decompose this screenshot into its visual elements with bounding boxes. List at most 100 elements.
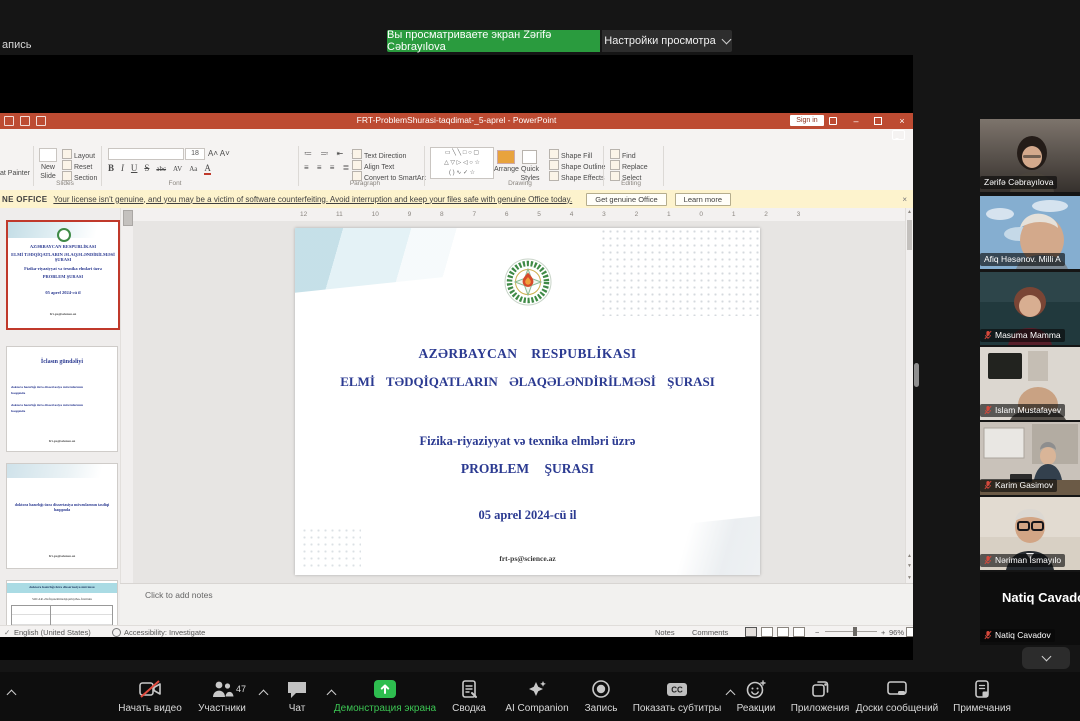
whiteboards-button[interactable]: Доски сообщений [845,679,949,714]
language-status[interactable]: English (United States) [14,628,91,637]
fit-to-window-icon[interactable] [906,627,913,637]
slide-thumbnail-1[interactable]: AZƏRBAYCAN RESPUBLİKASI ELMİ TƏDQİQATLAR… [6,220,120,330]
slide-thumbnail-2[interactable]: İclasın gündəliyi doktora hazırlığı üzrə… [6,346,118,452]
panel-resize-handle[interactable] [914,363,919,387]
share-screen-button[interactable]: Демонстрация экрана [322,679,448,714]
font-color-button[interactable]: A [204,163,211,175]
summary-button[interactable]: Сводка [443,679,495,714]
participant-tile-masuma[interactable]: Masuma Mamma [980,272,1080,345]
bold-button[interactable]: B [108,163,114,173]
group-label-editing: Editing [608,180,654,187]
font-size-combobox[interactable]: 18 [185,148,205,160]
comments-bubble-icon[interactable] [892,130,905,140]
collapse-video-strip-button[interactable] [1022,647,1070,669]
shapes-gallery[interactable]: ▭ ╲ ╲ □ ○ ▢ △ ▽ ▷ ◁ ○ ☆ ( ) ∿ ✓ ☆ [430,147,494,179]
format-painter-button[interactable]: at Painter [0,170,30,177]
font-name-combobox[interactable] [108,148,184,160]
annotations-icon [972,679,992,699]
participant-tile-islam[interactable]: Islam Mustafayev [980,347,1080,420]
reading-view-icon[interactable] [777,627,789,637]
ai-companion-button[interactable]: AI Companion [497,679,577,714]
align-buttons[interactable]: ≡ ≡ ≡ ≣ [304,163,352,172]
chat-button[interactable]: Чат [272,679,322,714]
slide-subtitle-line2: PROBLEM ŞURASI [295,461,760,477]
annotations-button[interactable]: Примечания [945,679,1019,714]
group-label-paragraph: Paragraph [340,180,390,187]
zoom-out-button[interactable]: − [815,628,819,637]
sign-in-button[interactable]: Sign in [790,115,824,126]
record-icon [591,679,611,699]
svg-text:CC: CC [671,686,683,695]
underline-button[interactable]: U [131,163,138,173]
italic-button[interactable]: I [121,163,124,173]
strikethrough-button[interactable]: S [144,163,149,173]
group-label-drawing: Drawing [495,180,545,187]
shape-fill-button[interactable]: Shape Fill [549,149,592,160]
align-text-button[interactable]: Align Text [352,160,394,171]
participant-tile-karim[interactable]: Karim Gasimov [980,422,1080,495]
slide-date: 05 aprel 2024-cü il [295,508,760,523]
ribbon: at Painter New Slide Layout Reset Sectio… [0,144,913,191]
character-spacing-button[interactable]: AV [173,165,182,173]
warning-close-icon[interactable]: × [902,195,907,204]
clear-formatting-button[interactable]: abc [156,165,166,173]
muted-mic-icon [984,630,992,640]
layout-button[interactable]: Layout [62,149,95,160]
ppt-status-bar: ✓ English (United States) Accessibility:… [0,625,913,637]
get-genuine-office-button[interactable]: Get genuine Office [586,193,666,206]
spellcheck-icon[interactable]: ✓ [4,628,10,637]
reset-button[interactable]: Reset [62,160,92,171]
council-emblem [504,258,552,306]
comments-toggle[interactable]: Comments [692,628,728,637]
slide[interactable]: AZƏRBAYCAN RESPUBLİKASI ELMİ TƏDQİQATLAR… [295,228,760,575]
font-style-buttons[interactable]: B I U S abc AV Aa A [108,163,216,173]
captions-button[interactable]: CC Показать субтитры [615,679,739,714]
learn-more-button[interactable]: Learn more [675,193,731,206]
replace-button[interactable]: Replace [610,160,648,171]
change-case-button[interactable]: Aa [189,165,197,173]
restore-button[interactable] [869,113,887,128]
reactions-button[interactable]: Реакции [723,679,789,714]
accessibility-status[interactable]: Accessibility: Investigate [124,628,205,637]
ribbon-display-options-button[interactable] [824,113,842,128]
participant-tile-nariman[interactable]: Nəriman İsmayılo [980,497,1080,570]
notes-pane[interactable]: Click to add notes [120,583,913,626]
slide-thumbnail-4[interactable]: doktora hazırlığı üzrə dissertasiya mövz… [6,580,118,625]
share-screen-icon [372,679,398,699]
shape-effects-button[interactable]: Shape Effects [549,171,604,182]
notes-placeholder: Click to add notes [145,590,213,600]
close-button[interactable]: × [893,113,911,128]
recording-indicator: апись [2,39,31,51]
muted-mic-icon [984,555,992,565]
thumbnail-table [11,605,113,625]
view-settings-button[interactable]: Настройки просмотра [602,30,732,52]
muted-mic-icon [984,405,992,415]
participants-button[interactable]: Участники [182,679,262,714]
audio-options-chevron-icon[interactable] [7,690,17,700]
new-slide-button[interactable]: New Slide [36,163,60,181]
grow-shrink-font-buttons[interactable]: A˄ A˅ [208,149,230,158]
slide-sorter-view-icon[interactable] [761,627,773,637]
zoom-percentage[interactable]: 96% [889,628,904,637]
slide-email: frt-ps@science.az [295,554,760,563]
participant-tile-natiq-video-off[interactable]: Natiq Cavadov Natiq Cavadov [980,572,1080,645]
zoom-slider[interactable] [825,631,877,632]
find-button[interactable]: Find [610,149,636,160]
zoom-toolbar: Начать видео Участники 47 Чат Демонстрац… [0,672,1080,721]
ppt-window-title: FRT-ProblemShurasi-taqdimat-_5-aprel - P… [0,115,913,125]
participant-tile-zarifa[interactable]: Zərifə Cəbrayılova [980,119,1080,192]
shape-outline-button[interactable]: Shape Outline [549,160,605,171]
normal-view-icon[interactable] [745,627,757,637]
slide-thumbnail-3[interactable]: doktora hazırlığı üzrə dissertasiya mövz… [6,463,118,569]
notes-toggle[interactable]: Notes [655,628,675,637]
slide-scrollbar[interactable]: ▲ ▲ ▼ ▼ [905,208,913,583]
minimize-button[interactable]: – [847,113,865,128]
thumbnail-scrollbar[interactable] [120,208,134,625]
genuine-office-warning-bar: NE OFFICE Your license isn't genuine, an… [0,190,913,209]
video-off-display-name: Natiq Cavadov [1002,590,1080,605]
slide-editing-canvas[interactable]: AZƏRBAYCAN RESPUBLİKASI ELMİ TƏDQİQATLAR… [133,221,905,583]
participant-tile-afiq-active-speaker[interactable]: Afiq Həsənov. Milli A [980,196,1080,269]
text-direction-button[interactable]: Text Direction [352,149,406,160]
slideshow-view-icon[interactable] [793,627,805,637]
zoom-in-button[interactable]: + [881,628,885,637]
